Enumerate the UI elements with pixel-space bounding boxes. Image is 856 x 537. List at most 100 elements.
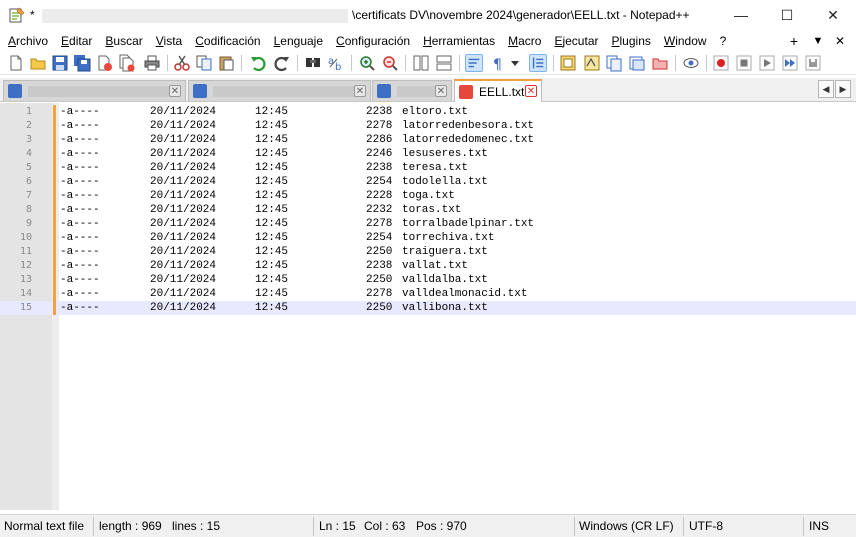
tab-close-button[interactable]: ✕ bbox=[354, 85, 366, 97]
editor-line[interactable]: 5 -a---- 20/11/2024 12:45 2238 teresa.txt bbox=[0, 161, 856, 175]
replace-icon[interactable]: ab bbox=[327, 54, 345, 72]
tab-document-3[interactable]: ✕ bbox=[372, 80, 452, 101]
open-file-icon[interactable] bbox=[29, 54, 47, 72]
file-name: teresa.txt bbox=[402, 162, 469, 174]
menu-herramientas[interactable]: Herramientas bbox=[416, 31, 501, 51]
editor-line[interactable]: 13 -a---- 20/11/2024 12:45 2250 valldalba.txt bbox=[0, 273, 856, 287]
change-history-marker bbox=[53, 133, 56, 147]
zoom-out-icon[interactable] bbox=[381, 54, 399, 72]
status-position: Pos : 970 bbox=[416, 519, 467, 533]
save-icon[interactable] bbox=[51, 54, 69, 72]
toolbar: ab ¶ bbox=[0, 51, 856, 75]
dropdown-icon[interactable] bbox=[509, 54, 521, 72]
editor-line[interactable]: 12 -a---- 20/11/2024 12:45 2238 vallat.txt bbox=[0, 259, 856, 273]
editor-line[interactable]: 8 -a---- 20/11/2024 12:45 2232 toras.txt bbox=[0, 203, 856, 217]
menu-archivo[interactable]: Archivo bbox=[0, 31, 54, 51]
menu-lenguaje[interactable]: Lenguaje bbox=[267, 31, 329, 51]
editor-line[interactable]: 6 -a---- 20/11/2024 12:45 2254 todolella.txt bbox=[0, 175, 856, 189]
menu-editar[interactable]: Editar bbox=[54, 31, 98, 51]
tab-close-button[interactable]: ✕ bbox=[525, 85, 537, 97]
file-date: 20/11/2024 bbox=[150, 176, 217, 188]
editor-line[interactable]: 4 -a---- 20/11/2024 12:45 2246 lesuseres.txt bbox=[0, 147, 856, 161]
saved-file-icon bbox=[193, 84, 207, 98]
editor-line[interactable]: 15 -a---- 20/11/2024 12:45 2250 vallibona.txt bbox=[0, 301, 856, 315]
editor-line[interactable]: 10 -a---- 20/11/2024 12:45 2254 torrechiva.tx… bbox=[0, 231, 856, 245]
file-size: 2238 bbox=[366, 106, 393, 118]
file-size: 2246 bbox=[366, 148, 393, 160]
menu-help[interactable]: ? bbox=[713, 31, 733, 51]
editor-line[interactable]: 14 -a---- 20/11/2024 12:45 2278 valldealmonac… bbox=[0, 287, 856, 301]
record-macro-icon[interactable] bbox=[712, 54, 730, 72]
tab-document-1[interactable]: ✕ bbox=[3, 80, 186, 101]
show-all-chars-icon[interactable]: ¶ bbox=[489, 54, 507, 72]
editor-line[interactable]: 3 -a---- 20/11/2024 12:45 2286 latorrededomen… bbox=[0, 133, 856, 147]
status-eol-format[interactable]: Windows (CR LF) bbox=[579, 519, 674, 533]
run-macro-multiple-icon[interactable] bbox=[781, 54, 799, 72]
find-icon[interactable] bbox=[304, 54, 322, 72]
file-name: traiguera.txt bbox=[402, 246, 488, 258]
status-separator bbox=[803, 517, 804, 536]
cut-icon[interactable] bbox=[173, 54, 191, 72]
file-attributes: -a---- bbox=[60, 232, 100, 244]
editor-line[interactable]: 1 -a---- 20/11/2024 12:45 2238 eltoro.txt bbox=[0, 105, 856, 119]
tab-document-2[interactable]: ✕ bbox=[188, 80, 371, 101]
sync-horizontal-icon[interactable] bbox=[435, 54, 453, 72]
tab-eell-txt[interactable]: EELL.txt ✕ bbox=[454, 79, 542, 102]
menu-plugins[interactable]: Plugins bbox=[605, 31, 657, 51]
maximize-button[interactable]: ☐ bbox=[764, 0, 810, 30]
print-icon[interactable] bbox=[143, 54, 161, 72]
notepad-plus-plus-icon[interactable] bbox=[8, 6, 26, 24]
redo-icon[interactable] bbox=[273, 54, 291, 72]
sync-vertical-icon[interactable] bbox=[412, 54, 430, 72]
editor-line[interactable]: 7 -a---- 20/11/2024 12:45 2228 toga.txt bbox=[0, 189, 856, 203]
menu-window[interactable]: Window bbox=[657, 31, 713, 51]
save-macro-icon[interactable] bbox=[804, 54, 822, 72]
paste-icon[interactable] bbox=[217, 54, 235, 72]
indent-guide-icon[interactable] bbox=[529, 54, 547, 72]
copy-icon[interactable] bbox=[195, 54, 213, 72]
word-wrap-icon[interactable] bbox=[465, 54, 483, 72]
tab-close-button[interactable]: ✕ bbox=[435, 85, 447, 97]
file-attributes: -a---- bbox=[60, 218, 100, 230]
save-all-icon[interactable] bbox=[73, 54, 91, 72]
close-all-icon[interactable] bbox=[117, 54, 135, 72]
menu-configuracion[interactable]: Configuración bbox=[329, 31, 416, 51]
editor-area[interactable]: 1 -a---- 20/11/2024 12:45 2238 eltoro.txt 2 -a-… bbox=[0, 103, 856, 510]
play-macro-icon[interactable] bbox=[758, 54, 776, 72]
tab-scroll-left-button[interactable]: ◀ bbox=[818, 80, 834, 98]
stop-macro-icon[interactable] bbox=[735, 54, 753, 72]
menu-codificacion[interactable]: Codificación bbox=[188, 31, 266, 51]
doc-switcher-icon[interactable] bbox=[651, 54, 669, 72]
close-document-button[interactable]: ✕ bbox=[830, 31, 850, 51]
folder-workspace-icon[interactable] bbox=[628, 54, 646, 72]
tab-list-dropdown-button[interactable]: ▼ bbox=[808, 31, 828, 51]
close-button[interactable]: ✕ bbox=[810, 0, 856, 30]
change-history-marker bbox=[53, 301, 56, 315]
tab-close-button[interactable]: ✕ bbox=[169, 85, 181, 97]
editor-line[interactable]: 9 -a---- 20/11/2024 12:45 2278 torralbadelpin… bbox=[0, 217, 856, 231]
close-icon[interactable] bbox=[95, 54, 113, 72]
doc-map-icon[interactable] bbox=[583, 54, 601, 72]
monitoring-icon[interactable] bbox=[682, 54, 700, 72]
function-list-icon[interactable] bbox=[605, 54, 623, 72]
tab-scroll-right-button[interactable]: ▶ bbox=[835, 80, 851, 98]
status-bar: Normal text file length : 969 lines : 15… bbox=[0, 514, 856, 537]
file-time: 12:45 bbox=[255, 190, 289, 202]
undo-icon[interactable] bbox=[249, 54, 267, 72]
status-encoding[interactable]: UTF-8 bbox=[689, 519, 723, 533]
new-file-icon[interactable] bbox=[7, 54, 25, 72]
file-attributes: -a---- bbox=[60, 190, 100, 202]
zoom-in-icon[interactable] bbox=[358, 54, 376, 72]
status-column: Col : 63 bbox=[364, 519, 406, 533]
editor-line[interactable]: 11 -a---- 20/11/2024 12:45 2250 traiguera.txt bbox=[0, 245, 856, 259]
menu-macro[interactable]: Macro bbox=[501, 31, 547, 51]
new-tab-plus-button[interactable]: + bbox=[784, 31, 804, 51]
status-insert-mode[interactable]: INS bbox=[809, 519, 829, 533]
menu-buscar[interactable]: Buscar bbox=[98, 31, 148, 51]
menu-vista[interactable]: Vista bbox=[149, 31, 188, 51]
minimize-button[interactable]: — bbox=[718, 0, 764, 30]
menu-ejecutar[interactable]: Ejecutar bbox=[547, 31, 604, 51]
editor-line[interactable]: 2 -a---- 20/11/2024 12:45 2278 latorredenbeso… bbox=[0, 119, 856, 133]
user-lang-icon[interactable] bbox=[559, 54, 577, 72]
line-number: 13 bbox=[19, 274, 32, 285]
